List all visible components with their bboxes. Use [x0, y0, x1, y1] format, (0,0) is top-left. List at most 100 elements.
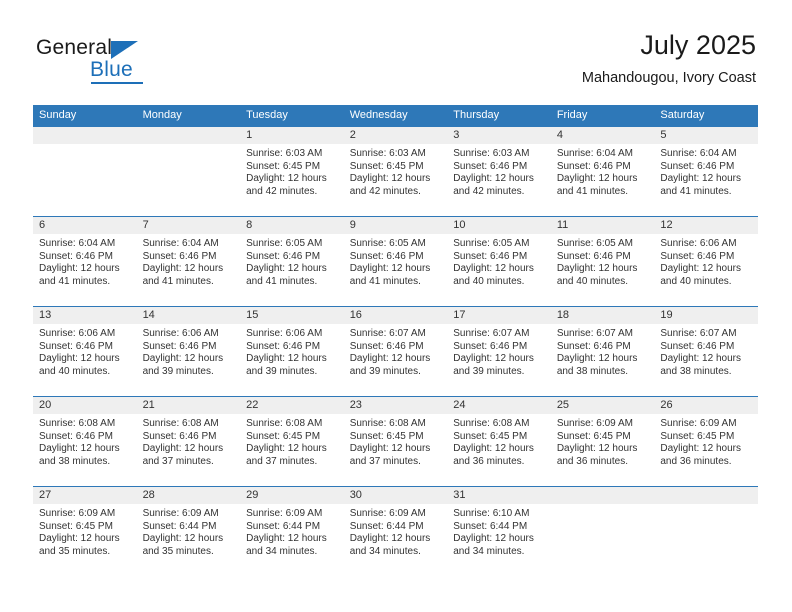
calendar-day-cell[interactable] [654, 486, 758, 576]
calendar-day-cell[interactable]: 24 Sunrise: 6:08 AM Sunset: 6:45 PM Dayligh… [447, 396, 551, 487]
calendar-day-cell[interactable]: 20 Sunrise: 6:08 AM Sunset: 6:46 PM Dayligh… [33, 396, 137, 487]
calendar-day-cell[interactable]: 1 Sunrise: 6:03 AM Sunset: 6:45 PM Daylight… [240, 126, 344, 217]
calendar-day-cell[interactable] [550, 486, 655, 576]
sunrise-line: Sunrise: 6:07 AM [349, 328, 426, 339]
calendar-day-cell[interactable]: 19 Sunrise: 6:07 AM Sunset: 6:46 PM Dayligh… [654, 306, 758, 397]
calendar-day-cell[interactable]: 13 Sunrise: 6:06 AM Sunset: 6:46 PM Dayligh… [33, 306, 137, 397]
calendar-day-cell[interactable]: 16 Sunrise: 6:07 AM Sunset: 6:46 PM Dayligh… [343, 306, 448, 397]
daylight-line-2: and 41 minutes. [349, 275, 421, 287]
day-number: 29 [240, 487, 344, 504]
brand-logo[interactable]: General Blue [36, 36, 216, 84]
daylight-line-2: and 39 minutes. [246, 365, 318, 377]
calendar-day-cell[interactable]: 14 Sunrise: 6:06 AM Sunset: 6:46 PM Dayligh… [136, 306, 241, 397]
daylight-line-1: Daylight: 12 hours [660, 353, 741, 365]
calendar-day-cell[interactable]: 23 Sunrise: 6:08 AM Sunset: 6:45 PM Dayligh… [343, 396, 448, 487]
day-number [550, 487, 655, 504]
day-details: Sunrise: 6:09 AM Sunset: 6:45 PM Daylight:… [33, 504, 137, 558]
day-number: 1 [240, 127, 344, 144]
daylight-line-1: Daylight: 12 hours [453, 443, 534, 455]
day-number: 6 [33, 217, 137, 234]
calendar-week-row: 13 Sunrise: 6:06 AM Sunset: 6:46 PM Dayligh… [33, 306, 758, 397]
calendar-day-cell[interactable]: 3 Sunrise: 6:03 AM Sunset: 6:46 PM Daylight… [447, 126, 551, 217]
weekday-header-wednesday: Wednesday [343, 105, 448, 127]
day-number: 19 [654, 307, 758, 324]
weekday-header-friday: Friday [550, 105, 655, 127]
day-number: 21 [136, 397, 241, 414]
calendar-day-cell[interactable] [136, 126, 241, 217]
day-details: Sunrise: 6:04 AM Sunset: 6:46 PM Daylight:… [654, 144, 758, 198]
day-number: 18 [550, 307, 655, 324]
calendar-day-cell[interactable]: 29 Sunrise: 6:09 AM Sunset: 6:44 PM Dayligh… [240, 486, 344, 576]
daylight-line-1: Daylight: 12 hours [39, 353, 120, 365]
day-number [136, 127, 241, 144]
day-number: 7 [136, 217, 241, 234]
sunrise-line: Sunrise: 6:08 AM [453, 418, 530, 429]
sunset-line: Sunset: 6:46 PM [39, 250, 113, 262]
sunset-line: Sunset: 6:46 PM [39, 340, 113, 352]
day-details: Sunrise: 6:09 AM Sunset: 6:45 PM Daylight:… [654, 414, 758, 468]
calendar-day-cell[interactable]: 4 Sunrise: 6:04 AM Sunset: 6:46 PM Daylight… [550, 126, 655, 217]
calendar-day-cell[interactable]: 6 Sunrise: 6:04 AM Sunset: 6:46 PM Daylight… [33, 216, 137, 307]
day-number: 10 [447, 217, 551, 234]
daylight-line-2: and 41 minutes. [660, 185, 732, 197]
daylight-line-1: Daylight: 12 hours [39, 443, 120, 455]
day-number: 5 [654, 127, 758, 144]
daylight-line-1: Daylight: 12 hours [453, 263, 534, 275]
page-title: July 2025 [640, 30, 756, 60]
day-details: Sunrise: 6:03 AM Sunset: 6:46 PM Daylight:… [447, 144, 551, 198]
daylight-line-1: Daylight: 12 hours [349, 353, 431, 365]
day-details: Sunrise: 6:09 AM Sunset: 6:45 PM Daylight:… [551, 414, 655, 468]
day-details: Sunrise: 6:07 AM Sunset: 6:46 PM Daylight:… [654, 324, 758, 378]
calendar-day-cell[interactable]: 8 Sunrise: 6:05 AM Sunset: 6:46 PM Daylight… [240, 216, 344, 307]
calendar-day-cell[interactable]: 25 Sunrise: 6:09 AM Sunset: 6:45 PM Dayligh… [550, 396, 655, 487]
calendar-day-cell[interactable]: 28 Sunrise: 6:09 AM Sunset: 6:44 PM Dayligh… [136, 486, 241, 576]
daylight-line-1: Daylight: 12 hours [246, 443, 327, 455]
calendar-day-cell[interactable]: 12 Sunrise: 6:06 AM Sunset: 6:46 PM Dayligh… [654, 216, 758, 307]
calendar-day-cell[interactable]: 21 Sunrise: 6:08 AM Sunset: 6:46 PM Dayligh… [136, 396, 241, 487]
sunset-line: Sunset: 6:46 PM [660, 250, 735, 262]
calendar-day-cell[interactable]: 9 Sunrise: 6:05 AM Sunset: 6:46 PM Daylight… [343, 216, 448, 307]
sunset-line: Sunset: 6:45 PM [349, 160, 424, 172]
brand-name-blue: Blue [90, 58, 133, 81]
day-details: Sunrise: 6:10 AM Sunset: 6:44 PM Daylight:… [447, 504, 551, 558]
calendar-day-cell[interactable]: 11 Sunrise: 6:05 AM Sunset: 6:46 PM Dayligh… [550, 216, 655, 307]
calendar-day-cell[interactable]: 5 Sunrise: 6:04 AM Sunset: 6:46 PM Daylight… [654, 126, 758, 217]
day-details: Sunrise: 6:04 AM Sunset: 6:46 PM Daylight:… [33, 234, 137, 288]
sunrise-line: Sunrise: 6:05 AM [349, 238, 426, 249]
calendar-day-cell[interactable]: 17 Sunrise: 6:07 AM Sunset: 6:46 PM Dayligh… [447, 306, 551, 397]
sunrise-line: Sunrise: 6:09 AM [39, 508, 116, 519]
calendar-day-cell[interactable]: 18 Sunrise: 6:07 AM Sunset: 6:46 PM Dayligh… [550, 306, 655, 397]
weekday-header-sunday: Sunday [33, 105, 137, 127]
sunrise-line: Sunrise: 6:06 AM [142, 328, 219, 339]
sunset-line: Sunset: 6:46 PM [246, 250, 321, 262]
page-header: General Blue July 2025 Mahandougou, Ivor… [0, 0, 792, 100]
calendar-day-cell[interactable]: 31 Sunrise: 6:10 AM Sunset: 6:44 PM Dayligh… [447, 486, 551, 576]
calendar-day-cell[interactable]: 7 Sunrise: 6:04 AM Sunset: 6:46 PM Daylight… [136, 216, 241, 307]
calendar-day-cell[interactable]: 10 Sunrise: 6:05 AM Sunset: 6:46 PM Dayligh… [447, 216, 551, 307]
day-number: 17 [447, 307, 551, 324]
sunrise-line: Sunrise: 6:04 AM [660, 148, 737, 159]
calendar-week-row: 1 Sunrise: 6:03 AM Sunset: 6:45 PM Daylight… [33, 126, 758, 217]
sunset-line: Sunset: 6:46 PM [453, 340, 528, 352]
daylight-line-1: Daylight: 12 hours [349, 443, 431, 455]
sunrise-line: Sunrise: 6:06 AM [39, 328, 116, 339]
daylight-line-2: and 40 minutes. [453, 275, 525, 287]
calendar-day-cell[interactable]: 22 Sunrise: 6:08 AM Sunset: 6:45 PM Dayligh… [240, 396, 344, 487]
day-details: Sunrise: 6:05 AM Sunset: 6:46 PM Daylight:… [240, 234, 344, 288]
sunrise-line: Sunrise: 6:05 AM [246, 238, 323, 249]
calendar-day-cell[interactable]: 26 Sunrise: 6:09 AM Sunset: 6:45 PM Dayligh… [654, 396, 758, 487]
title-block: July 2025 Mahandougou, Ivory Coast [582, 28, 756, 88]
calendar-day-cell[interactable]: 30 Sunrise: 6:09 AM Sunset: 6:44 PM Dayligh… [343, 486, 448, 576]
calendar-day-cell[interactable]: 2 Sunrise: 6:03 AM Sunset: 6:45 PM Daylight… [343, 126, 448, 217]
sunset-line: Sunset: 6:46 PM [660, 340, 735, 352]
day-details: Sunrise: 6:08 AM Sunset: 6:45 PM Daylight:… [344, 414, 448, 468]
day-number: 13 [33, 307, 137, 324]
daylight-line-2: and 36 minutes. [556, 455, 628, 467]
calendar-day-cell[interactable]: 15 Sunrise: 6:06 AM Sunset: 6:46 PM Dayligh… [240, 306, 344, 397]
sunrise-line: Sunrise: 6:03 AM [453, 148, 530, 159]
calendar-day-cell[interactable]: 27 Sunrise: 6:09 AM Sunset: 6:45 PM Dayligh… [33, 486, 137, 576]
sunset-line: Sunset: 6:46 PM [556, 250, 631, 262]
calendar-day-cell[interactable] [33, 126, 137, 217]
daylight-line-1: Daylight: 12 hours [246, 173, 327, 185]
daylight-line-2: and 41 minutes. [246, 275, 318, 287]
